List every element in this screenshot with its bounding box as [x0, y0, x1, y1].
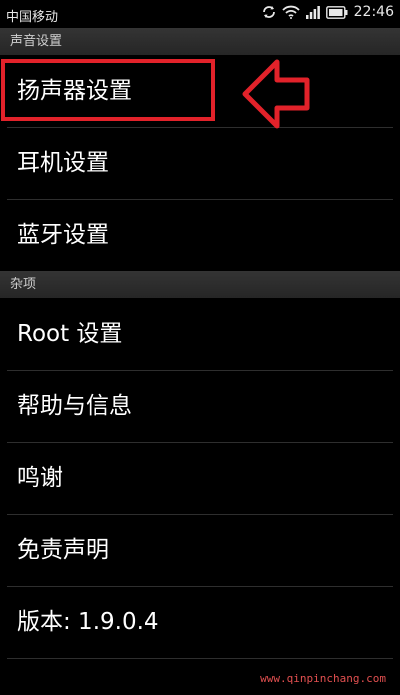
menu-item-headphone-settings[interactable]: 耳机设置 [0, 127, 400, 199]
menu-item-credits[interactable]: 鸣谢 [0, 442, 400, 514]
highlight-box [1, 59, 215, 121]
signal-icon [305, 5, 320, 19]
menu-item-help-info[interactable]: 帮助与信息 [0, 370, 400, 442]
left-arrow-icon [242, 59, 310, 129]
status-bar: 中国移动 22:46 [0, 0, 400, 28]
carrier-label: 中国移动 [6, 10, 59, 25]
divider [7, 658, 393, 659]
menu-item-root-settings[interactable]: Root 设置 [0, 298, 400, 370]
watermark: www.qinpinchang.com [260, 672, 386, 685]
menu-item-bluetooth-settings[interactable]: 蓝牙设置 [0, 199, 400, 271]
section-header-misc: 杂项 [0, 271, 400, 298]
battery-icon [325, 5, 348, 19]
menu-item-disclaimer[interactable]: 免责声明 [0, 514, 400, 586]
sync-icon [262, 5, 276, 19]
menu-item-version[interactable]: 版本: 1.9.0.4 [0, 586, 400, 658]
section-header-sound: 声音设置 [0, 28, 400, 55]
status-icons: 22:46 [262, 4, 394, 20]
wifi-icon [281, 5, 300, 19]
clock: 22:46 [353, 4, 394, 20]
